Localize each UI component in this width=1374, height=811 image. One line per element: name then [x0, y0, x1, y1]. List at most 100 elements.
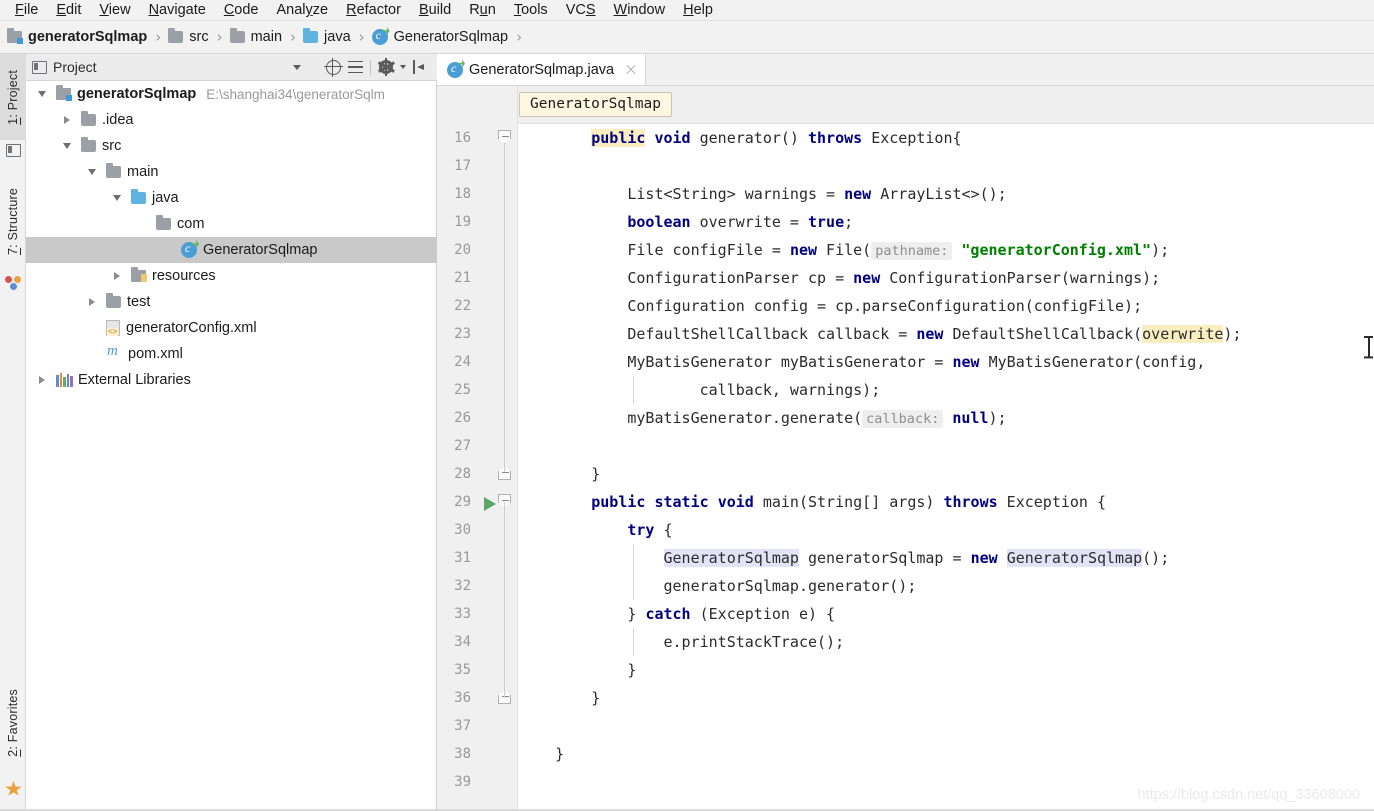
code-line[interactable]: 38 } — [437, 740, 1374, 768]
chevron-right-icon[interactable] — [34, 367, 50, 393]
chevron-right-icon[interactable] — [59, 107, 75, 133]
menu-item-refactor[interactable]: Refactor — [337, 0, 410, 20]
line-number: 20 — [454, 242, 471, 258]
run-gutter-icon[interactable] — [484, 497, 496, 511]
code-line[interactable]: 34 e.printStackTrace(); — [437, 628, 1374, 656]
view-options-chevron-down-icon[interactable] — [286, 56, 308, 78]
code-line[interactable]: 23 DefaultShellCallback callback = new D… — [437, 320, 1374, 348]
hide-panel-icon[interactable] — [409, 56, 431, 78]
menu-item-vcs[interactable]: VCS — [557, 0, 605, 20]
tree-node-main[interactable]: main — [26, 159, 437, 185]
gear-icon[interactable] — [375, 56, 397, 78]
breadcrumb-chip-class[interactable]: GeneratorSqlmap — [519, 92, 672, 117]
breadcrumb-item-src[interactable]: src — [168, 21, 209, 53]
tool-button-project-label: 1: Project — [6, 69, 20, 125]
menu-item-code[interactable]: Code — [215, 0, 268, 20]
menu-item-run[interactable]: Run — [460, 0, 505, 20]
breadcrumb-gutter-shade — [437, 86, 518, 124]
code-line[interactable]: 24 MyBatisGenerator myBatisGenerator = n… — [437, 348, 1374, 376]
code-line[interactable]: 16 public void generator() throws Except… — [437, 124, 1374, 152]
tree-node-src[interactable]: src — [26, 133, 437, 159]
editor-tab-generatorsqlmap[interactable]: GeneratorSqlmap.java — [437, 54, 647, 85]
code-line[interactable]: 37 — [437, 712, 1374, 740]
chevron-down-icon[interactable] — [109, 185, 125, 211]
tool-button-structure[interactable]: 7: Structure — [0, 172, 26, 272]
breadcrumb-item-main[interactable]: main — [229, 21, 282, 53]
code-fold-icon[interactable] — [498, 130, 511, 145]
collapse-all-icon[interactable] — [344, 56, 366, 78]
code-line[interactable]: 28 } — [437, 460, 1374, 488]
line-number: 30 — [454, 522, 471, 538]
code-line[interactable]: 20 File configFile = new File(pathname: … — [437, 236, 1374, 264]
code-token: main(String[] args) — [753, 493, 944, 511]
tree-node-com[interactable]: com — [26, 211, 437, 237]
code-text: GeneratorSqlmap generatorSqlmap = new Ge… — [519, 544, 1169, 572]
tree-node-external-libraries[interactable]: External Libraries — [26, 367, 437, 393]
code-line[interactable]: 26 myBatisGenerator.generate(callback: n… — [437, 404, 1374, 432]
chevron-right-icon[interactable] — [84, 289, 100, 315]
tool-button-project[interactable]: 1: Project — [0, 54, 26, 140]
line-number: 23 — [454, 326, 471, 342]
line-number: 19 — [454, 214, 471, 230]
breadcrumb-item-generatorsqlmap[interactable]: generatorSqlmap — [7, 21, 147, 53]
code-line[interactable]: 29 public static void main(String[] args… — [437, 488, 1374, 516]
code-line[interactable]: 33 } catch (Exception e) { — [437, 600, 1374, 628]
code-token-kw: try — [627, 521, 655, 539]
code-token: MyBatisGenerator myBatisGenerator = — [519, 353, 953, 371]
menu-item-window[interactable]: Window — [605, 0, 675, 20]
code-line[interactable]: 22 Configuration config = cp.parseConfig… — [437, 292, 1374, 320]
tree-node-label: generatorConfig.xml — [126, 320, 257, 336]
code-line[interactable]: 18 List<String> warnings = new ArrayList… — [437, 180, 1374, 208]
menu-item-analyze[interactable]: Analyze — [268, 0, 338, 20]
code-line[interactable]: 19 boolean overwrite = true; — [437, 208, 1374, 236]
menu-item-help[interactable]: Help — [674, 0, 722, 20]
line-number: 18 — [454, 186, 471, 202]
code-text: boolean overwrite = true; — [519, 208, 853, 236]
tree-node-resources[interactable]: resources — [26, 263, 437, 289]
code-line[interactable]: 27 — [437, 432, 1374, 460]
menu-item-file[interactable]: File — [6, 0, 47, 20]
gear-chevron-down-icon[interactable] — [397, 56, 409, 78]
project-tree[interactable]: generatorSqlmap E:\shanghai34\generatorSq… — [26, 81, 437, 811]
menu-item-edit[interactable]: Edit — [47, 0, 90, 20]
code-line[interactable]: 36 } — [437, 684, 1374, 712]
code-line[interactable]: 31 GeneratorSqlmap generatorSqlmap = new… — [437, 544, 1374, 572]
code-line[interactable]: 30 try { — [437, 516, 1374, 544]
line-number: 24 — [454, 354, 471, 370]
locate-icon[interactable] — [322, 56, 344, 78]
tree-node-idea[interactable]: .idea — [26, 107, 437, 133]
line-number: 36 — [454, 690, 471, 706]
close-icon[interactable] — [624, 63, 638, 77]
tree-node-generatorsqlmap[interactable]: GeneratorSqlmap — [26, 237, 437, 263]
code-line[interactable]: 32 generatorSqlmap.generator(); — [437, 572, 1374, 600]
code-token-kw: void — [717, 493, 754, 511]
breadcrumb-item-java[interactable]: java — [303, 21, 351, 53]
tree-node-pom-xml[interactable]: pom.xml — [26, 341, 437, 367]
tree-node-test[interactable]: test — [26, 289, 437, 315]
line-number: 22 — [454, 298, 471, 314]
code-line[interactable]: 21 ConfigurationParser cp = new Configur… — [437, 264, 1374, 292]
menu-item-tools[interactable]: Tools — [505, 0, 557, 20]
code-line[interactable]: 25 callback, warnings); — [437, 376, 1374, 404]
tree-node-java[interactable]: java — [26, 185, 437, 211]
tree-expander-placeholder — [84, 315, 100, 341]
code-line[interactable]: 17 — [437, 152, 1374, 180]
chevron-right-icon[interactable] — [109, 263, 125, 289]
folder-gray-icon — [106, 293, 121, 308]
chevron-down-icon[interactable] — [84, 159, 100, 185]
code-editor-surface[interactable]: 16 public void generator() throws Except… — [437, 124, 1374, 811]
chevron-down-icon[interactable] — [34, 81, 50, 107]
tree-node-generatorconfig-xml[interactable]: generatorConfig.xml — [26, 315, 437, 341]
menu-item-view[interactable]: View — [90, 0, 139, 20]
tree-node-generatorsqlmap[interactable]: generatorSqlmap E:\shanghai34\generatorSq… — [26, 81, 437, 107]
menu-item-navigate[interactable]: Navigate — [140, 0, 215, 20]
breadcrumb-item-generatorsqlmap[interactable]: GeneratorSqlmap — [371, 21, 508, 53]
code-text: callback, warnings); — [519, 376, 881, 404]
chevron-down-icon[interactable] — [59, 133, 75, 159]
tool-button-favorites[interactable]: 2: Favorites — [0, 673, 26, 773]
menu-item-build[interactable]: Build — [410, 0, 460, 20]
code-line[interactable]: 35 } — [437, 656, 1374, 684]
code-token: generatorSqlmap.generator(); — [519, 577, 917, 595]
